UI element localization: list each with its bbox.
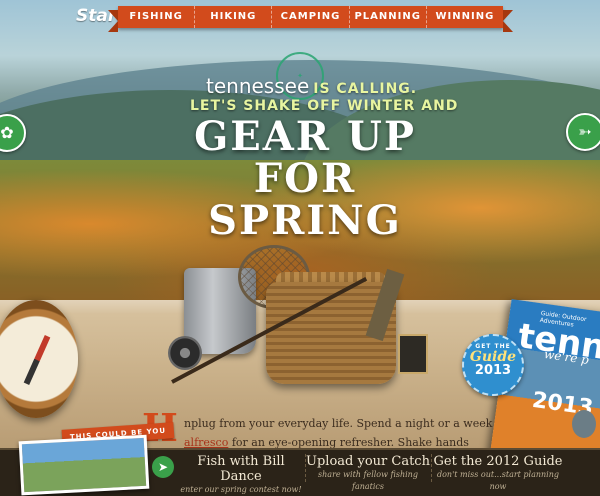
creel-tag bbox=[398, 334, 428, 374]
tennessee-word: tennessee bbox=[206, 74, 310, 98]
badge-year-text: 2013 bbox=[474, 363, 512, 378]
nav-item-planning[interactable]: PLANNING bbox=[348, 6, 426, 28]
nav-item-camping[interactable]: CAMPING bbox=[271, 6, 348, 28]
get-the-guide-badge[interactable]: GET THE Guide 2013 bbox=[462, 334, 524, 396]
tennessee-calling: tennessee IS CALLING. bbox=[206, 74, 446, 98]
badge-guide-text: Guide bbox=[469, 349, 517, 365]
cta-get-guide[interactable]: Get the 2012 Guide don't miss out...star… bbox=[432, 454, 564, 493]
article-text-1: nplug from your everyday life. Spend a n… bbox=[184, 417, 493, 430]
fishing-lure bbox=[572, 410, 596, 438]
hero-headline: GEAR UP FOR SPRING bbox=[140, 116, 470, 242]
fish-icon[interactable]: ➳ bbox=[566, 113, 600, 151]
main-nav: FISHING HIKING CAMPING PLANNING WINNING bbox=[108, 6, 513, 32]
is-calling-text: IS CALLING. bbox=[313, 81, 418, 97]
fly-reel bbox=[168, 336, 202, 370]
cta-fish-with-bill-dance[interactable]: Fish with Bill Dance enter our spring co… bbox=[178, 454, 304, 496]
cta-upload-catch[interactable]: Upload your Catch share with fellow fish… bbox=[306, 454, 430, 493]
bill-dance-photo[interactable] bbox=[18, 434, 150, 496]
cta-title: Fish with Bill Dance bbox=[197, 454, 285, 484]
cta-title: Get the 2012 Guide bbox=[433, 454, 563, 469]
nav-item-fishing[interactable]: FISHING bbox=[118, 6, 194, 28]
nav-item-hiking[interactable]: HIKING bbox=[194, 6, 271, 28]
cta-subtitle: share with fellow fishing fanatics bbox=[318, 470, 418, 491]
play-arrow-icon[interactable]: ➤ bbox=[152, 456, 174, 478]
nav-item-winning[interactable]: WINNING bbox=[425, 6, 503, 28]
cta-title: Upload your Catch bbox=[306, 454, 430, 469]
headline-line-1: GEAR UP FOR bbox=[194, 113, 416, 202]
headline-line-2: SPRING bbox=[208, 197, 402, 244]
hero-subline: LET'S SHAKE OFF WINTER AND bbox=[190, 98, 459, 114]
cta-subtitle: don't miss out...start planning now bbox=[436, 470, 559, 491]
